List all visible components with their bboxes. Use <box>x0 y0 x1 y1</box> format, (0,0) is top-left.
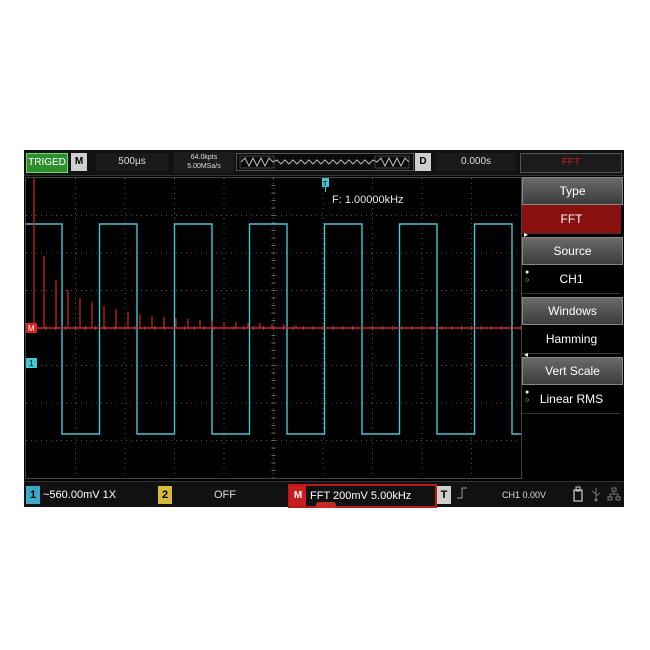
waveform-canvas: M 1 T <box>26 178 521 478</box>
usb-storage-icon <box>570 486 586 504</box>
overview-wave-icon <box>239 155 410 169</box>
trigger-status: TRIGED <box>26 153 68 173</box>
memory-depth: 64.0kpts <box>190 154 218 161</box>
ch2-settings[interactable]: OFF <box>214 486 254 504</box>
timebase-readout[interactable]: 500µs <box>96 153 168 171</box>
rising-edge-icon <box>456 486 470 504</box>
menu-vert-scale-header[interactable]: Vert Scale <box>522 357 623 385</box>
math-marker-label: M <box>28 324 35 333</box>
delay-readout[interactable]: 0.000s <box>436 153 516 171</box>
sample-rate: 5.00MSa/s <box>187 163 221 170</box>
math-button[interactable]: M <box>290 486 306 506</box>
menu-vert-scale-value-label: Linear RMS <box>539 392 604 406</box>
waveform-overview <box>236 153 414 171</box>
menu-source-value-label: CH1 <box>559 272 584 286</box>
memory-info: 64.0kpts 5.00MSa/s <box>174 152 234 173</box>
channel-status-bar: 1 ~560.00mV 1X 2 OFF M FFT 200mV 5.00kHz… <box>24 481 624 508</box>
usb-icon <box>588 486 604 504</box>
menu-source-value[interactable]: ● ○ CH1 <box>522 265 621 294</box>
math-indicator-icon <box>316 502 336 508</box>
horizontal-mode-button[interactable]: M <box>71 153 87 171</box>
function-menu: Type FFT ▸ Source ● ○ CH1 Windows ◂ Hammi… <box>522 177 623 477</box>
trigger-source-level[interactable]: CH1 0.00V <box>494 486 554 504</box>
network-icon <box>606 486 622 504</box>
menu-windows-header[interactable]: Windows <box>522 297 623 325</box>
radio-select-icon: ● ○ <box>525 389 530 404</box>
delay-button[interactable]: D <box>415 153 431 171</box>
menu-windows-value[interactable]: ◂ Hamming <box>522 325 621 359</box>
ch1-marker-label: 1 <box>29 359 34 368</box>
menu-windows-value-label: Hamming <box>545 332 598 346</box>
ch1-settings[interactable]: ~560.00mV 1X <box>43 486 163 504</box>
oscilloscope-screen: TRIGED M 500µs 64.0kpts 5.00MSa/s D 0.00… <box>24 150 624 508</box>
math-channel-box[interactable]: M FFT 200mV 5.00kHz <box>288 484 437 508</box>
ch1-button[interactable]: 1 <box>26 486 40 504</box>
frequency-readout: F: 1.00000kHz <box>332 194 404 206</box>
trigger-button[interactable]: T <box>437 486 451 504</box>
menu-type-value[interactable]: FFT ▸ <box>522 205 621 239</box>
radio-select-icon: ● ○ <box>525 269 530 284</box>
function-title: FFT <box>520 153 622 173</box>
status-bar: TRIGED M 500µs 64.0kpts 5.00MSa/s D 0.00… <box>24 150 624 176</box>
waveform-display[interactable]: M 1 T F: 1.00000kHz <box>25 177 522 479</box>
ch2-button[interactable]: 2 <box>158 486 172 504</box>
menu-vert-scale-value[interactable]: ● ○ Linear RMS <box>522 385 621 414</box>
trigger-position-label: T <box>323 181 328 188</box>
menu-source-header[interactable]: Source <box>522 237 623 265</box>
menu-type-value-label: FFT <box>560 212 583 226</box>
menu-type-header[interactable]: Type <box>522 177 623 205</box>
